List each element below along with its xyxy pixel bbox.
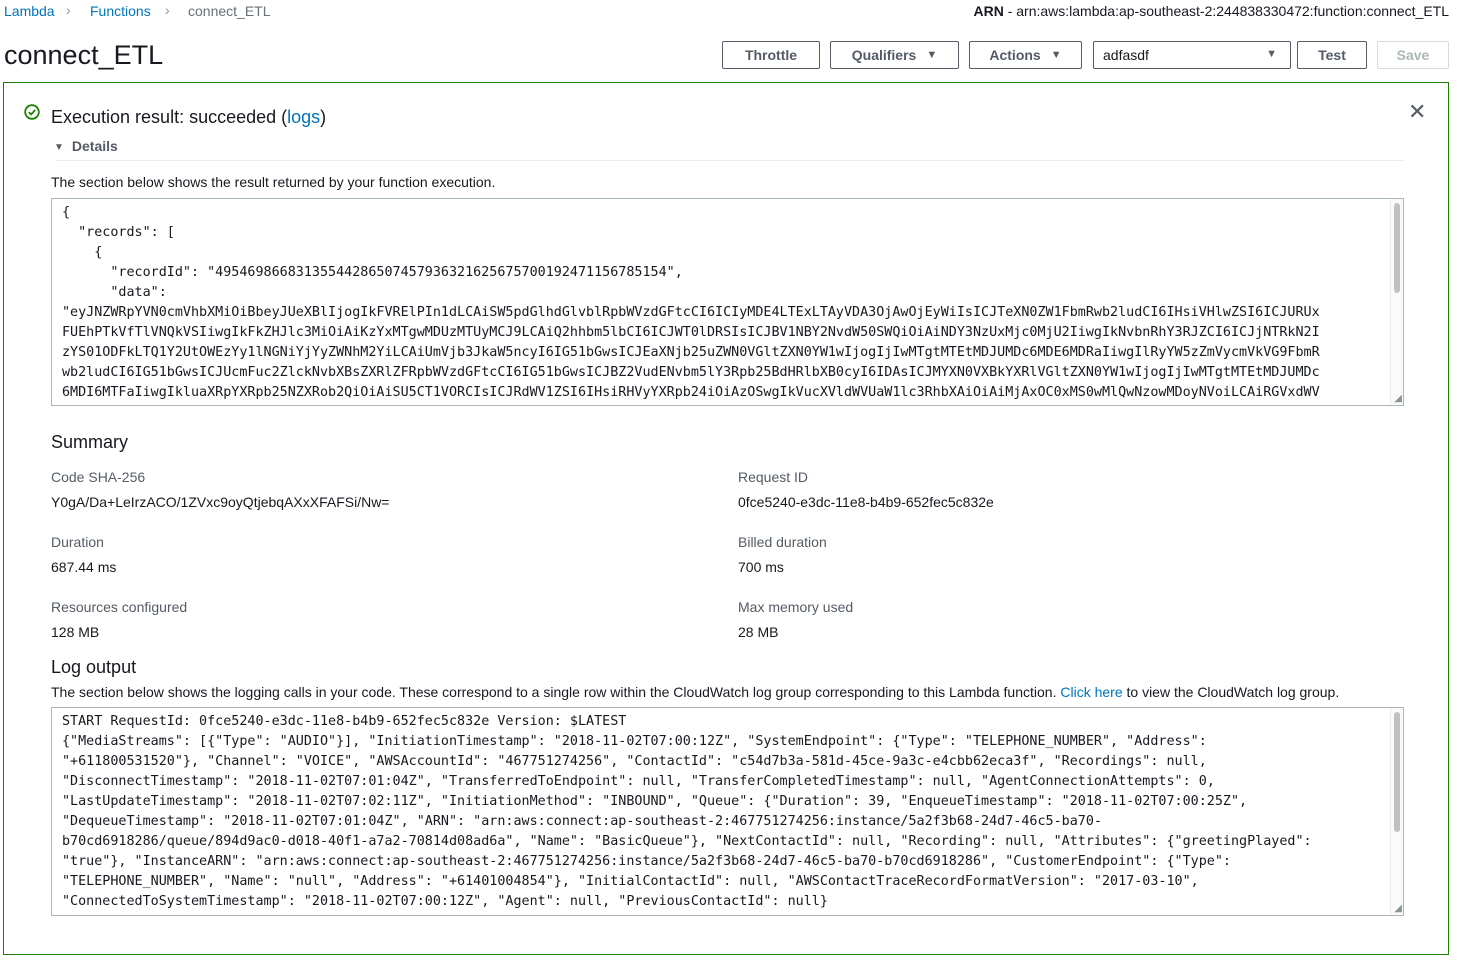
- save-button[interactable]: Save: [1377, 41, 1449, 69]
- throttle-label: Throttle: [744, 47, 798, 63]
- output-line: 6MDI6MTFaIiwgIkluaXRpYXRpb25NZXRob2QiOiA…: [62, 385, 1320, 400]
- log-desc-suffix: to view the CloudWatch log group.: [1122, 684, 1340, 700]
- log-line: START RequestId: 0fce5240-e3dc-11e8-b4b9…: [62, 714, 627, 729]
- caret-down-icon: ▼: [926, 49, 938, 61]
- max-memory-label: Max memory used: [738, 599, 854, 615]
- arn-value: - arn:aws:lambda:ap-southeast-2:24483833…: [1003, 3, 1449, 19]
- execution-result-panel: Execution result: succeeded (logs) ✕ ▼ De…: [3, 82, 1449, 955]
- output-line: "recordId": "495469866831355442865074579…: [62, 265, 683, 280]
- result-description: The section below shows the result retur…: [51, 174, 496, 190]
- code-sha-value: Y0gA/Da+LeIrzACO/1ZVxc9oyQtjebqAXxXFAFSi…: [51, 494, 390, 510]
- log-line: "LastUpdateTimestamp": "2018-11-02T07:02…: [62, 794, 1248, 809]
- request-id-value: 0fce5240-e3dc-11e8-b4b9-652fec5c832e: [738, 494, 994, 510]
- output-line: zYS01ODFkLTQ1Y2UtOWEzYy1lNGNiYjYyZWNhM2Y…: [62, 345, 1320, 360]
- divider: [56, 160, 1404, 161]
- save-label: Save: [1396, 47, 1430, 63]
- resize-handle-icon[interactable]: ◢: [1394, 394, 1402, 404]
- output-line: wb2ludCI6IG51bGwsICJUcmFuc2ZlckNvbXBsZXR…: [62, 365, 1320, 380]
- throttle-button[interactable]: Throttle: [722, 41, 820, 69]
- success-check-icon: [24, 104, 40, 120]
- max-memory-value: 28 MB: [738, 624, 779, 640]
- breadcrumb-current: connect_ETL: [188, 3, 271, 19]
- test-button[interactable]: Test: [1297, 41, 1367, 69]
- billed-duration-label: Billed duration: [738, 534, 827, 550]
- log-desc-text: The section below shows the logging call…: [51, 684, 1061, 700]
- actions-button[interactable]: Actions ▼: [969, 41, 1082, 69]
- code-sha-label: Code SHA-256: [51, 469, 146, 485]
- qualifiers-button[interactable]: Qualifiers ▼: [830, 41, 959, 69]
- breadcrumb-functions[interactable]: Functions: [90, 3, 151, 19]
- execution-result-text: Execution result: succeeded (: [51, 107, 288, 127]
- log-output-description: The section below shows the logging call…: [51, 684, 1339, 700]
- actions-label: Actions: [989, 47, 1041, 63]
- top-bar: Lambda › Functions › connect_ETL ARN - a…: [0, 0, 1457, 24]
- log-output-heading: Log output: [51, 657, 137, 677]
- test-event-select[interactable]: adfasdf ▼: [1093, 41, 1291, 69]
- execution-result-suffix: ): [320, 107, 327, 127]
- log-line: "TELEPHONE_NUMBER", "Name": "null", "Add…: [62, 874, 1199, 889]
- output-line: "data":: [62, 285, 167, 300]
- caret-down-icon: ▼: [54, 142, 64, 153]
- execution-output-box[interactable]: { "records": [ { "recordId": "4954698668…: [51, 198, 1404, 406]
- output-line: "records": [: [62, 225, 175, 240]
- breadcrumb-separator-icon: ›: [165, 2, 170, 18]
- logs-link[interactable]: logs: [287, 107, 320, 127]
- log-line: "ConnectedToSystemTimestamp": "2018-11-0…: [62, 894, 828, 909]
- duration-value: 687.44 ms: [51, 559, 117, 575]
- caret-down-icon: ▼: [1266, 48, 1277, 60]
- close-icon[interactable]: ✕: [1408, 99, 1426, 125]
- resources-configured-label: Resources configured: [51, 599, 188, 615]
- summary-heading: Summary: [51, 432, 129, 452]
- execution-result-title: Execution result: succeeded (logs): [51, 107, 326, 128]
- log-scrollbar[interactable]: [1390, 708, 1403, 915]
- log-line: "+611800531520"}, "Channel": "VOICE", "A…: [62, 754, 1207, 769]
- output-line: {: [62, 245, 103, 260]
- log-line: {"MediaStreams": [{"Type": "AUDIO"}], "I…: [62, 734, 1207, 749]
- log-line: "true"}, "InstanceARN": "arn:aws:connect…: [62, 854, 1231, 869]
- scrollbar-thumb[interactable]: [1394, 203, 1400, 293]
- log-output-text: START RequestId: 0fce5240-e3dc-11e8-b4b9…: [62, 712, 1312, 912]
- log-line: "DequeueTimestamp": "2018-11-02T07:01:04…: [62, 814, 1102, 829]
- execution-output-text: { "records": [ { "recordId": "4954698668…: [62, 203, 1320, 403]
- breadcrumb-separator-icon: ›: [66, 2, 71, 18]
- log-line: b70cd6918286/queue/894d9ac0-d018-40f1-a7…: [62, 834, 1312, 849]
- log-output-box[interactable]: START RequestId: 0fce5240-e3dc-11e8-b4b9…: [51, 707, 1404, 916]
- arn-label: ARN: [973, 3, 1004, 19]
- function-arn: ARN - arn:aws:lambda:ap-southeast-2:2448…: [973, 3, 1449, 19]
- resize-handle-icon[interactable]: ◢: [1394, 904, 1402, 914]
- output-line: {: [62, 205, 71, 220]
- billed-duration-value: 700 ms: [738, 559, 784, 575]
- duration-label: Duration: [51, 534, 104, 550]
- page-title: connect_ETL: [4, 40, 164, 70]
- qualifiers-label: Qualifiers: [851, 47, 917, 63]
- caret-down-icon: ▼: [1050, 49, 1062, 61]
- request-id-label: Request ID: [738, 469, 809, 485]
- cloudwatch-link[interactable]: Click here: [1060, 684, 1122, 700]
- details-toggle[interactable]: ▼ Details: [54, 138, 118, 154]
- details-label: Details: [71, 138, 118, 154]
- resources-configured-value: 128 MB: [51, 624, 100, 640]
- breadcrumb-lambda[interactable]: Lambda: [4, 3, 55, 19]
- output-line: "eyJNZWRpYVN0cmVhbXMiOiBbeyJUeXBlIjogIkF…: [62, 305, 1320, 320]
- log-line: "DisconnectTimestamp": "2018-11-02T07:01…: [62, 774, 1215, 789]
- test-label: Test: [1318, 47, 1346, 63]
- output-scrollbar[interactable]: [1390, 199, 1403, 405]
- scrollbar-thumb[interactable]: [1394, 712, 1400, 832]
- output-line: FUEhPTkVfTlVNQkVSIiwgIkFkZHJlc3MiOiAiKzY…: [62, 325, 1320, 340]
- test-event-value: adfasdf: [1103, 47, 1149, 63]
